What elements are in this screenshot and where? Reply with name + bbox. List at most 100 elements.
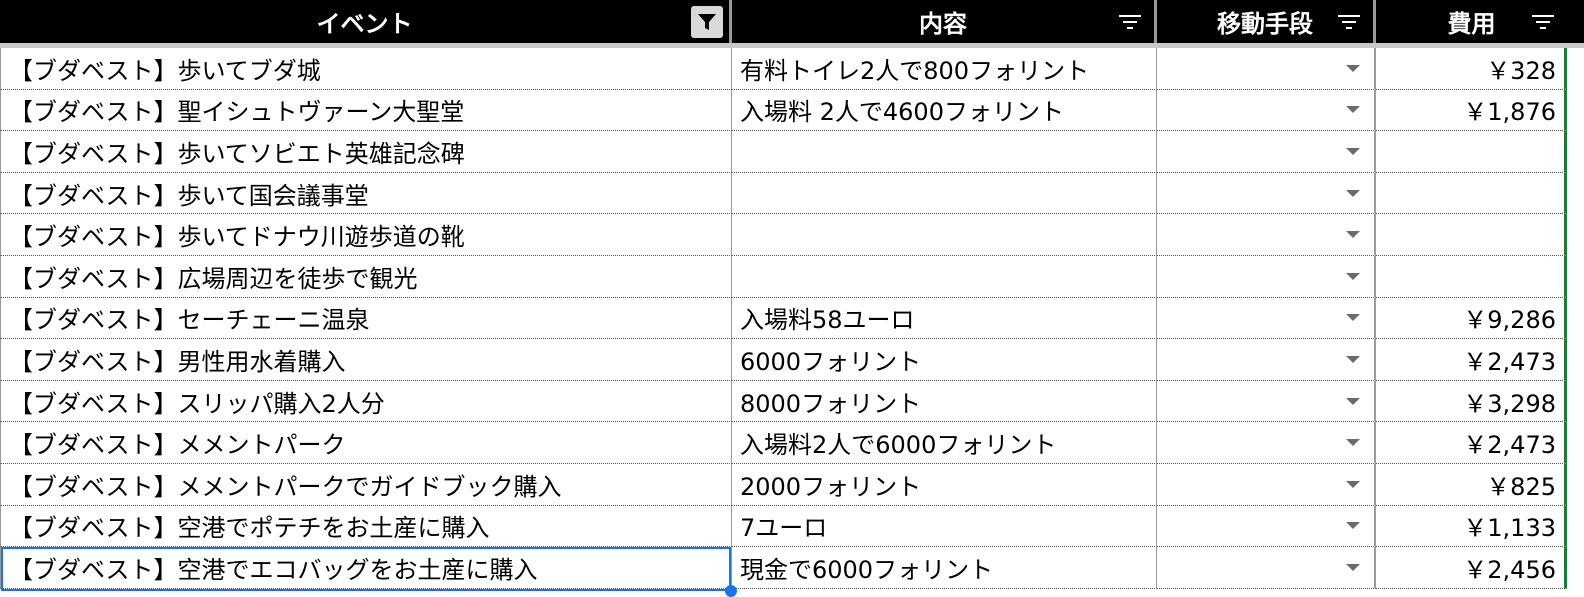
cell-cost[interactable]: ￥2,473 [1376, 339, 1567, 381]
cell-content-text: 7ユーロ [740, 514, 828, 543]
cell-content[interactable] [732, 214, 1157, 256]
cell-event[interactable]: 【ブダベスト】歩いてソビエト英雄記念碑 [0, 131, 732, 173]
dropdown-arrow-icon[interactable] [1346, 189, 1360, 197]
cell-transport[interactable] [1157, 214, 1376, 256]
cell-content-text: 入場料 2人で4600フォリント [740, 98, 1064, 127]
header-cost[interactable]: 費用 [1376, 0, 1567, 43]
filter-icon[interactable] [1335, 8, 1363, 36]
header-cost-label: 費用 [1447, 10, 1496, 38]
cell-content[interactable] [732, 131, 1157, 173]
cell-cost[interactable]: ￥825 [1376, 463, 1567, 506]
cell-event[interactable]: 【ブダベスト】歩いてドナウ川遊歩道の靴 [0, 214, 732, 256]
cell-content[interactable]: 6000フォリント [732, 339, 1157, 381]
header-event[interactable]: イベント [0, 0, 732, 43]
dropdown-arrow-icon[interactable] [1346, 355, 1360, 363]
dropdown-arrow-icon[interactable] [1346, 480, 1360, 488]
table-row: 【ブダベスト】スリッパ購入2人分 8000フォリント ￥3,298 [0, 380, 1584, 423]
cell-content-text: 8000フォリント [740, 389, 922, 418]
dropdown-arrow-icon[interactable] [1346, 522, 1360, 530]
cell-content[interactable]: 8000フォリント [732, 380, 1157, 423]
cell-content[interactable]: 有料トイレ2人で800フォリント [732, 48, 1157, 90]
table-row: 【ブダベスト】メメントパーク 入場料2人で6000フォリント ￥2,473 [0, 422, 1584, 464]
cell-content-text: 現金で6000フォリント [740, 555, 994, 584]
cell-cost[interactable] [1376, 172, 1567, 215]
cell-cost[interactable] [1376, 255, 1567, 298]
cell-content[interactable]: 2000フォリント [732, 463, 1157, 506]
cell-cost[interactable] [1376, 131, 1567, 173]
header-content[interactable]: 内容 [732, 0, 1157, 43]
cell-transport[interactable] [1157, 297, 1376, 340]
dropdown-arrow-icon[interactable] [1346, 397, 1360, 405]
dropdown-arrow-icon[interactable] [1346, 147, 1360, 155]
header-content-label: 内容 [919, 10, 967, 38]
cell-transport[interactable] [1157, 547, 1376, 589]
cell-event-text: 【ブダベスト】メメントパークでガイドブック購入 [9, 472, 562, 501]
dropdown-arrow-icon[interactable] [1346, 106, 1360, 114]
cell-cost[interactable]: ￥3,298 [1376, 380, 1567, 423]
header-transport[interactable]: 移動手段 [1157, 0, 1376, 43]
cell-transport[interactable] [1157, 131, 1376, 173]
cell-event[interactable]: 【ブダベスト】空港でポテチをお土産に購入 [0, 505, 732, 548]
cell-transport[interactable] [1157, 339, 1376, 381]
cell-event[interactable]: 【ブダベスト】広場周辺を徒歩で観光 [0, 255, 732, 298]
cell-transport[interactable] [1157, 255, 1376, 298]
cell-event[interactable]: 【ブダベスト】セーチェーニ温泉 [0, 297, 732, 340]
cell-content-text: 2000フォリント [740, 472, 922, 501]
cell-cost[interactable]: ￥2,473 [1376, 422, 1567, 464]
cell-event[interactable]: 【ブダベスト】歩いて国会議事堂 [0, 172, 732, 215]
cell-event[interactable]: 【ブダベスト】メメントパークでガイドブック購入 [0, 463, 732, 506]
cell-content[interactable]: 入場料2人で6000フォリント [732, 422, 1157, 464]
cell-content[interactable] [732, 172, 1157, 215]
cell-event[interactable]: 【ブダベスト】空港でエコバッグをお土産に購入 [0, 547, 732, 589]
cell-cost[interactable]: ￥1,133 [1376, 505, 1567, 548]
cell-event-text: 【ブダベスト】空港でポテチをお土産に購入 [9, 514, 490, 543]
cell-event[interactable]: 【ブダベスト】歩いてブダ城 [0, 48, 732, 90]
cell-content[interactable] [732, 255, 1157, 298]
cell-content-text: 6000フォリント [740, 347, 922, 376]
header-row: イベント 内容 移動手段 費用 [0, 0, 1584, 48]
cell-event[interactable]: 【ブダベスト】男性用水着購入 [0, 339, 732, 381]
dropdown-arrow-icon[interactable] [1346, 64, 1360, 72]
cell-transport[interactable] [1157, 89, 1376, 132]
cell-cost[interactable] [1376, 214, 1567, 256]
table-row: 【ブダベスト】セーチェーニ温泉 入場料58ユーロ ￥9,286 [0, 297, 1584, 340]
table-row: 【ブダベスト】歩いてドナウ川遊歩道の靴 [0, 214, 1584, 256]
cell-transport[interactable] [1157, 463, 1376, 506]
cell-transport[interactable] [1157, 48, 1376, 90]
selection-fill-handle[interactable] [725, 585, 737, 597]
dropdown-arrow-icon[interactable] [1346, 439, 1360, 447]
table-body: 【ブダベスト】歩いてブダ城 有料トイレ2人で800フォリント ￥328 【ブダベスト】… [0, 48, 1584, 589]
cell-cost-text: ￥2,473 [1463, 347, 1556, 376]
dropdown-arrow-icon[interactable] [1346, 314, 1360, 322]
cell-transport[interactable] [1157, 505, 1376, 548]
cell-cost[interactable]: ￥1,876 [1376, 89, 1567, 132]
header-event-label: イベント [316, 10, 413, 38]
cell-cost[interactable]: ￥2,456 [1376, 547, 1567, 589]
cell-cost-text: ￥1,876 [1463, 98, 1556, 127]
cell-transport[interactable] [1157, 172, 1376, 215]
cell-content[interactable]: 7ユーロ [732, 505, 1157, 548]
filter-active-icon[interactable] [691, 6, 723, 38]
dropdown-arrow-icon[interactable] [1346, 563, 1360, 571]
table-row: 【ブダベスト】聖イシュトヴァーン大聖堂 入場料 2人で4600フォリント ￥1,87… [0, 89, 1584, 132]
cell-event[interactable]: 【ブダベスト】スリッパ購入2人分 [0, 380, 732, 423]
dropdown-arrow-icon[interactable] [1346, 272, 1360, 280]
filter-icon[interactable] [1116, 8, 1144, 36]
table-row: 【ブダベスト】男性用水着購入 6000フォリント ￥2,473 [0, 339, 1584, 381]
cell-content[interactable]: 現金で6000フォリント [732, 547, 1157, 589]
cell-cost[interactable]: ￥328 [1376, 48, 1567, 90]
cell-event-text: 【ブダベスト】聖イシュトヴァーン大聖堂 [9, 98, 465, 127]
table-row: 【ブダベスト】空港でエコバッグをお土産に購入 現金で6000フォリント ￥2,456 [0, 547, 1584, 589]
cell-transport[interactable] [1157, 380, 1376, 423]
dropdown-arrow-icon[interactable] [1346, 231, 1360, 239]
cell-cost-text: ￥9,286 [1463, 306, 1556, 335]
cell-cost[interactable]: ￥9,286 [1376, 297, 1567, 340]
cell-transport[interactable] [1157, 422, 1376, 464]
cell-event[interactable]: 【ブダベスト】聖イシュトヴァーン大聖堂 [0, 89, 732, 132]
cell-cost-text: ￥2,473 [1463, 431, 1556, 460]
cell-event[interactable]: 【ブダベスト】メメントパーク [0, 422, 732, 464]
cell-event-text: 【ブダベスト】歩いてドナウ川遊歩道の靴 [9, 223, 465, 252]
cell-content[interactable]: 入場料 2人で4600フォリント [732, 89, 1157, 132]
cell-content[interactable]: 入場料58ユーロ [732, 297, 1157, 340]
filter-icon[interactable] [1529, 8, 1557, 36]
